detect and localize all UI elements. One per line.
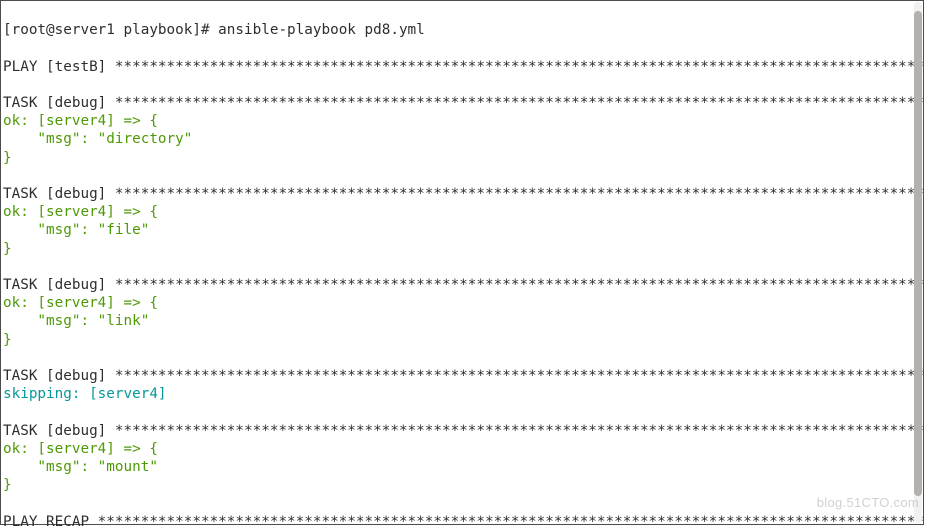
task5-close: } <box>3 477 12 493</box>
task1-ok: ok: [server4] => { <box>3 113 158 129</box>
task3-msg: "msg": "link" <box>3 313 149 329</box>
task-header: TASK [debug] ***************************… <box>3 423 924 439</box>
task2-ok: ok: [server4] => { <box>3 204 158 220</box>
task3-close: } <box>3 332 12 348</box>
task-header: TASK [debug] ***************************… <box>3 95 924 111</box>
watermark: blog.51CTO.com <box>817 495 919 510</box>
task1-msg: "msg": "directory" <box>3 131 192 147</box>
recap-header: PLAY RECAP *****************************… <box>3 514 924 527</box>
terminal-window[interactable]: [root@server1 playbook]# ansible-playboo… <box>0 0 924 525</box>
task-header: TASK [debug] ***************************… <box>3 368 924 384</box>
task-header: TASK [debug] ***************************… <box>3 277 924 293</box>
task-header: TASK [debug] ***************************… <box>3 186 924 202</box>
task2-msg: "msg": "file" <box>3 222 149 238</box>
task5-ok: ok: [server4] => { <box>3 441 158 457</box>
play-header: PLAY [testB] ***************************… <box>3 59 924 75</box>
scrollbar-thumb[interactable] <box>914 11 922 496</box>
task5-msg: "msg": "mount" <box>3 459 158 475</box>
task2-close: } <box>3 241 12 257</box>
task1-close: } <box>3 150 12 166</box>
prompt-line: [root@server1 playbook]# ansible-playboo… <box>3 22 425 38</box>
terminal-output: [root@server1 playbook]# ansible-playboo… <box>1 1 923 527</box>
task3-ok: ok: [server4] => { <box>3 295 158 311</box>
task4-skip: skipping: [server4] <box>3 386 167 402</box>
